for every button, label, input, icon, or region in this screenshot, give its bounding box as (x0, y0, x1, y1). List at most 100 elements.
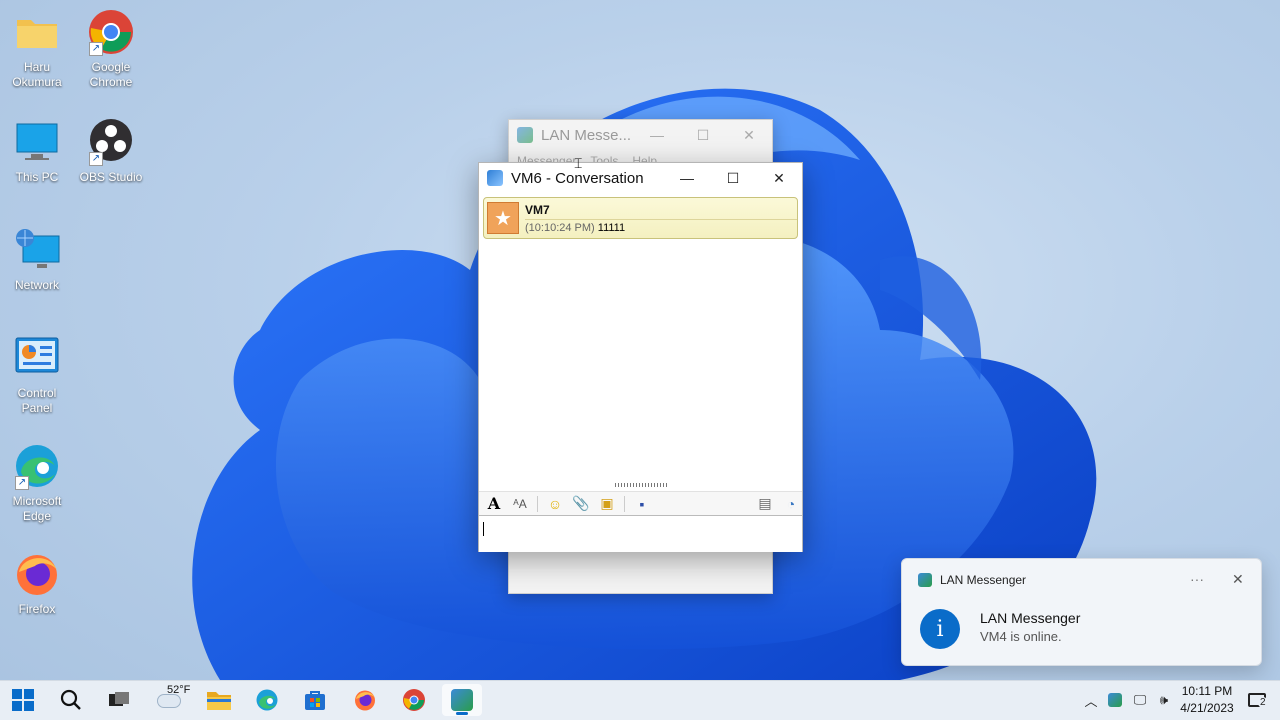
shortcut-arrow-icon: ↗ (15, 476, 29, 490)
search-button[interactable] (51, 684, 91, 716)
lan-messenger-tray-icon[interactable] (1108, 693, 1122, 707)
transfers-icon[interactable]: ◔ (780, 493, 802, 515)
edge-icon (256, 689, 278, 711)
desktop-icon-label: Control Panel (17, 386, 57, 415)
conversation-window[interactable]: VM6 - Conversation — ☐ ✕ ★ VM7 (10:10:24… (478, 162, 803, 552)
conversation-icon (487, 170, 503, 186)
obs-icon: ↗ (87, 118, 135, 166)
window-title: VM6 - Conversation (511, 169, 644, 187)
font-icon[interactable]: A (483, 493, 505, 515)
taskbar-firefox[interactable] (345, 684, 385, 716)
chevron-up-icon[interactable]: ︿ (1082, 691, 1100, 710)
send-file-icon[interactable]: 📎 (570, 493, 592, 515)
cloud-icon (157, 694, 181, 708)
font-color-icon[interactable]: ᴬA (509, 493, 531, 515)
clock-time: 10:11 PM (1181, 684, 1233, 698)
notification-icon: 2 (1248, 693, 1268, 708)
minimize-button[interactable]: — (634, 127, 680, 143)
toolbar-divider (624, 495, 625, 512)
desktop-icon-this-pc[interactable]: This PC (2, 118, 72, 185)
folder-icon (13, 8, 61, 56)
message-time: (10:10:24 PM) (525, 221, 595, 234)
close-button[interactable]: ✕ (726, 127, 772, 144)
control-panel-icon (13, 334, 61, 382)
system-tray: ︿ 🖵 🕪 (1082, 680, 1174, 720)
desktop-icon-label: This PC (15, 170, 59, 184)
maximize-button[interactable]: ☐ (710, 163, 756, 193)
taskbar-store[interactable] (295, 684, 335, 716)
firefox-icon (355, 690, 375, 711)
monitor-icon (13, 118, 61, 166)
network-icon (13, 226, 61, 274)
task-view-button[interactable] (99, 684, 139, 716)
maximize-button[interactable]: ☐ (680, 127, 726, 144)
lan-messenger-icon (517, 127, 533, 143)
notification-center-button[interactable]: 2 (1248, 680, 1268, 720)
taskbar-chrome[interactable] (394, 684, 434, 716)
desktop-icon-label: Firefox (18, 602, 56, 616)
message-sender: VM7 (525, 203, 797, 220)
taskbar-file-explorer[interactable] (199, 684, 239, 716)
weather-widget[interactable]: 52°F (155, 684, 195, 716)
taskbar-lan-messenger[interactable] (442, 684, 482, 716)
desktop-icon-label: Google Chrome (89, 60, 133, 89)
message-text: 11111 (597, 221, 626, 234)
desktop-icon-control-panel[interactable]: Control Panel (2, 334, 72, 416)
send-folder-icon[interactable]: ▣ (596, 493, 618, 515)
volume-icon[interactable]: 🕪 (1154, 692, 1174, 708)
search-icon (60, 689, 81, 710)
desktop-icon-label: OBS Studio (79, 170, 143, 184)
desktop-icon-label: Haru Okumura (12, 60, 62, 89)
avatar: ★ (487, 202, 519, 234)
window-title: LAN Messe... (541, 126, 632, 144)
more-options-icon[interactable]: ··· (1190, 571, 1204, 587)
text-cursor-icon: ⌶ (574, 155, 583, 171)
desktop-icon-google-chrome[interactable]: ↗ Google Chrome (76, 8, 146, 90)
text-caret (483, 522, 484, 536)
network-icon[interactable]: 🖵 (1130, 692, 1150, 708)
desktop-icon-label: Microsoft Edge (12, 494, 62, 523)
close-button[interactable]: ✕ (756, 163, 802, 193)
notification-app-name: LAN Messenger (940, 573, 1027, 587)
shortcut-arrow-icon: ↗ (89, 42, 103, 56)
title-bar[interactable]: VM6 - Conversation — ☐ ✕ (479, 163, 802, 193)
message-bubble: ★ VM7 (10:10:24 PM) 11111 (483, 197, 798, 239)
desktop-icon-firefox[interactable]: Firefox (2, 550, 72, 617)
lan-messenger-icon (451, 689, 473, 711)
firefox-icon (13, 550, 61, 598)
shortcut-arrow-icon: ↗ (89, 152, 103, 166)
start-button[interactable] (3, 684, 43, 716)
desktop-icon-haru-okumura[interactable]: Haru Okumura (2, 8, 72, 90)
desktop-icon-network[interactable]: Network (2, 226, 72, 293)
weather-temp: 52°F (167, 684, 191, 696)
chrome-icon (403, 689, 425, 711)
message-toolbar: A ᴬA ☺ 📎 ▣ ▪ ▤ ◔ (479, 491, 802, 515)
desktop-icon-microsoft-edge[interactable]: ↗ Microsoft Edge (2, 442, 72, 524)
folder-icon (207, 692, 231, 710)
taskbar-edge[interactable] (247, 684, 287, 716)
notification-title: LAN Messenger (980, 610, 1081, 626)
notification-count: 2 (1258, 697, 1268, 708)
notification-toast[interactable]: LAN Messenger ··· ✕ i LAN Messenger VM4 … (901, 558, 1262, 666)
lan-messenger-icon (918, 573, 932, 587)
desktop-icon-label: Network (14, 278, 59, 292)
task-view-icon (109, 692, 129, 706)
desktop-icon-obs-studio[interactable]: ↗ OBS Studio (76, 118, 146, 185)
emoticon-icon[interactable]: ☺ (544, 493, 566, 515)
info-icon: i (920, 609, 960, 649)
windows-logo-icon (12, 689, 34, 711)
notification-text: VM4 is online. (980, 629, 1062, 644)
close-icon[interactable]: ✕ (1232, 571, 1244, 588)
chrome-icon: ↗ (87, 8, 135, 56)
toolbar-divider (537, 495, 538, 512)
clock[interactable]: 10:11 PM 4/21/2023 (1176, 683, 1238, 717)
store-icon (305, 691, 325, 710)
message-input[interactable] (479, 515, 802, 552)
minimize-button[interactable]: — (664, 163, 710, 193)
splitter-handle[interactable] (615, 483, 667, 487)
title-bar[interactable]: LAN Messe... — ☐ ✕ (509, 120, 772, 150)
history-icon[interactable]: ▤ (754, 493, 776, 515)
clock-date: 4/21/2023 (1180, 701, 1234, 715)
edge-icon: ↗ (13, 442, 61, 490)
save-icon[interactable]: ▪ (631, 493, 653, 515)
